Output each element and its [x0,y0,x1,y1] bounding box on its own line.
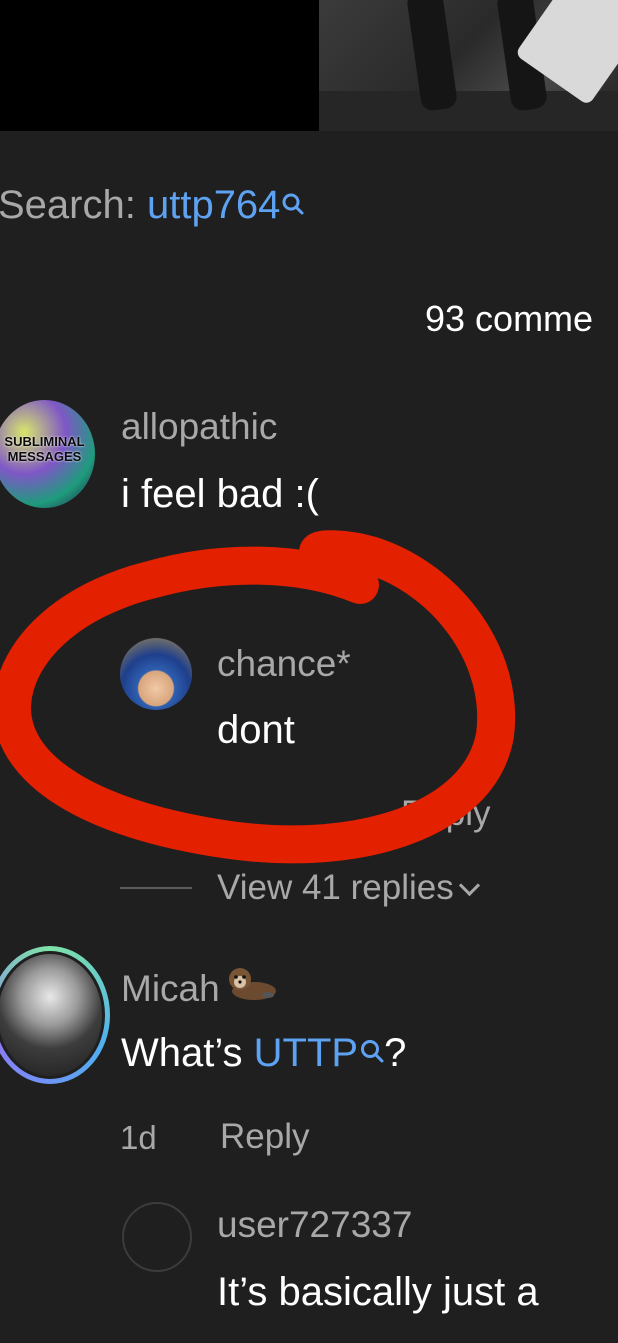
comment-time: 1d [120,1119,157,1156]
search-icon[interactable] [282,178,304,215]
comment-text: It’s basically just a [217,1270,539,1314]
avatar[interactable] [120,638,192,710]
search-prefix: Search: [0,183,147,227]
otter-emoji-icon [224,965,278,1005]
comment-text-prefix: What’s [121,1031,254,1075]
avatar[interactable]: SUBLIMINAL MESSAGES [0,400,95,508]
view-replies-button[interactable]: View 41 replies [217,866,480,910]
search-term-link[interactable]: uttp764 [147,183,280,227]
comment-username[interactable]: user727337 [217,1202,412,1248]
avatar-text: SUBLIMINAL MESSAGES [4,434,85,464]
comment-count: 93 comme [425,298,594,339]
comment-text: What’s UTTP ? [121,1027,406,1079]
comment-username[interactable]: chance* [217,641,351,687]
view-replies-label: View 41 replies [217,868,454,907]
search-term-link[interactable]: UTTP [254,1031,358,1075]
reply-button[interactable]: Reply [220,1115,309,1159]
comment-text-suffix: ? [384,1031,407,1075]
avatar[interactable] [122,1202,192,1272]
video-player[interactable] [0,0,618,131]
search-icon[interactable] [360,1027,384,1063]
avatar-image [0,951,105,1079]
comment-text: i feel bad :( [121,472,319,516]
chevron-down-icon [458,874,480,897]
reply-button[interactable]: Reply [401,792,490,836]
comment-username[interactable]: Micah [121,965,278,1012]
search-suggestion[interactable]: Search: uttp764 [0,178,304,232]
divider [120,887,192,889]
comment-text: dont [217,708,295,752]
avatar[interactable] [0,946,110,1084]
video-thumbnail[interactable] [319,0,618,131]
username-label: Micah [121,968,220,1009]
comment-username[interactable]: allopathic [121,404,277,450]
